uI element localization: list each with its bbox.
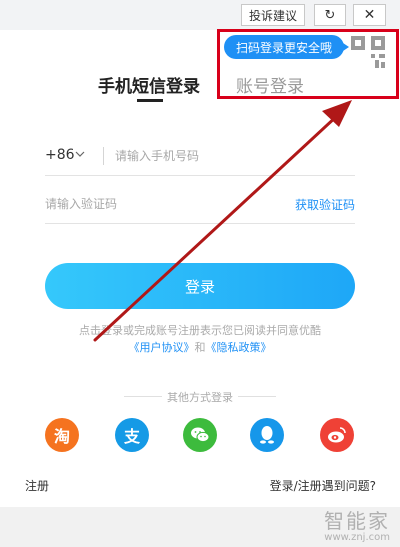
login-button[interactable]: 登录 [45, 263, 355, 309]
agreement-text: 点击登录或完成账号注册表示您已阅读并同意优酷 [79, 324, 321, 337]
title-bar: 投诉建议 ↻ ✕ [0, 0, 400, 30]
other-methods-label: 其他方式登录 [167, 391, 233, 404]
refresh-icon: ↻ [324, 7, 336, 23]
weibo-icon [328, 427, 346, 443]
separator-right [238, 396, 276, 397]
watermark-brand: 智能家 [324, 509, 390, 533]
annotation-highlight-box [217, 29, 399, 99]
watermark-url: www.znj.com [324, 532, 390, 543]
taobao-login-button[interactable]: 淘 [45, 418, 79, 452]
alipay-login-button[interactable]: 支 [115, 418, 149, 452]
agreement-and: 和 [194, 341, 206, 354]
country-code-select[interactable]: +86 [45, 147, 75, 163]
alipay-icon: 支 [123, 427, 140, 446]
wechat-icon [191, 427, 210, 443]
taobao-icon: 淘 [53, 427, 70, 446]
wechat-login-button[interactable] [183, 418, 217, 452]
tab-sms-login[interactable]: 手机短信登录 [98, 72, 200, 97]
verification-code-input[interactable] [45, 193, 245, 215]
login-problem-link[interactable]: 登录/注册遇到问题? [270, 477, 376, 494]
privacy-policy-link[interactable]: 《隐私政策》 [206, 341, 272, 354]
close-icon: ✕ [363, 7, 376, 23]
chevron-down-icon[interactable] [75, 150, 85, 158]
register-link[interactable]: 注册 [25, 477, 49, 494]
close-button[interactable]: ✕ [353, 4, 386, 26]
phone-row: +86 [45, 138, 355, 176]
code-row: 获取验证码 [45, 190, 355, 224]
qq-icon [260, 426, 274, 444]
agreement-links: 《用户协议》和《隐私政策》 [0, 339, 400, 355]
field-divider [103, 147, 104, 165]
get-code-link[interactable]: 获取验证码 [295, 196, 355, 213]
other-methods-heading: 其他方式登录 [0, 389, 400, 404]
tab-active-indicator [137, 99, 163, 102]
user-agreement-link[interactable]: 《用户协议》 [129, 341, 195, 354]
weibo-login-button[interactable] [320, 418, 354, 452]
refresh-button[interactable]: ↻ [314, 4, 346, 26]
qq-login-button[interactable] [250, 418, 284, 452]
feedback-button[interactable]: 投诉建议 [241, 4, 305, 26]
phone-input[interactable] [115, 145, 345, 167]
watermark: 智能家 www.znj.com [324, 505, 390, 543]
